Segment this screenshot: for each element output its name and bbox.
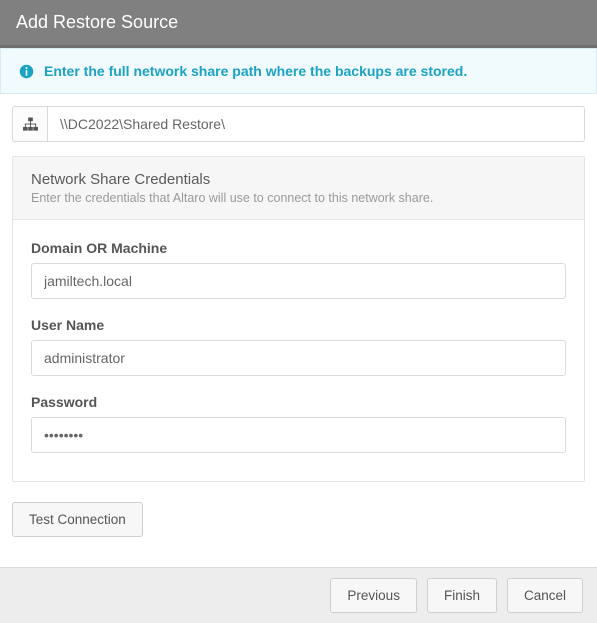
credentials-header: Network Share Credentials Enter the cred… bbox=[13, 157, 584, 220]
password-label: Password bbox=[31, 394, 566, 410]
password-field-group: Password bbox=[31, 394, 566, 453]
credentials-body: Domain OR Machine User Name Password bbox=[13, 220, 584, 481]
page-title: Add Restore Source bbox=[16, 12, 178, 33]
password-input[interactable] bbox=[31, 417, 566, 453]
title-bar: Add Restore Source bbox=[0, 0, 597, 48]
test-connection-button[interactable]: Test Connection bbox=[12, 502, 143, 537]
cancel-button[interactable]: Cancel bbox=[507, 578, 583, 613]
credentials-subheading: Enter the credentials that Altaro will u… bbox=[31, 191, 566, 205]
username-input[interactable] bbox=[31, 340, 566, 376]
footer-bar: Previous Finish Cancel bbox=[0, 567, 597, 623]
previous-button[interactable]: Previous bbox=[330, 578, 417, 613]
username-label: User Name bbox=[31, 317, 566, 333]
credentials-heading: Network Share Credentials bbox=[31, 171, 566, 188]
domain-input[interactable] bbox=[31, 263, 566, 299]
network-icon bbox=[12, 106, 48, 142]
credentials-panel: Network Share Credentials Enter the cred… bbox=[12, 156, 585, 482]
info-icon bbox=[19, 64, 34, 79]
network-path-row bbox=[12, 106, 585, 142]
info-message: Enter the full network share path where … bbox=[44, 63, 467, 79]
network-path-input[interactable] bbox=[48, 106, 585, 142]
content-area: Network Share Credentials Enter the cred… bbox=[0, 94, 597, 494]
finish-button[interactable]: Finish bbox=[427, 578, 497, 613]
test-connection-row: Test Connection bbox=[0, 494, 597, 549]
info-banner: Enter the full network share path where … bbox=[0, 48, 597, 94]
domain-field-group: Domain OR Machine bbox=[31, 240, 566, 299]
username-field-group: User Name bbox=[31, 317, 566, 376]
domain-label: Domain OR Machine bbox=[31, 240, 566, 256]
